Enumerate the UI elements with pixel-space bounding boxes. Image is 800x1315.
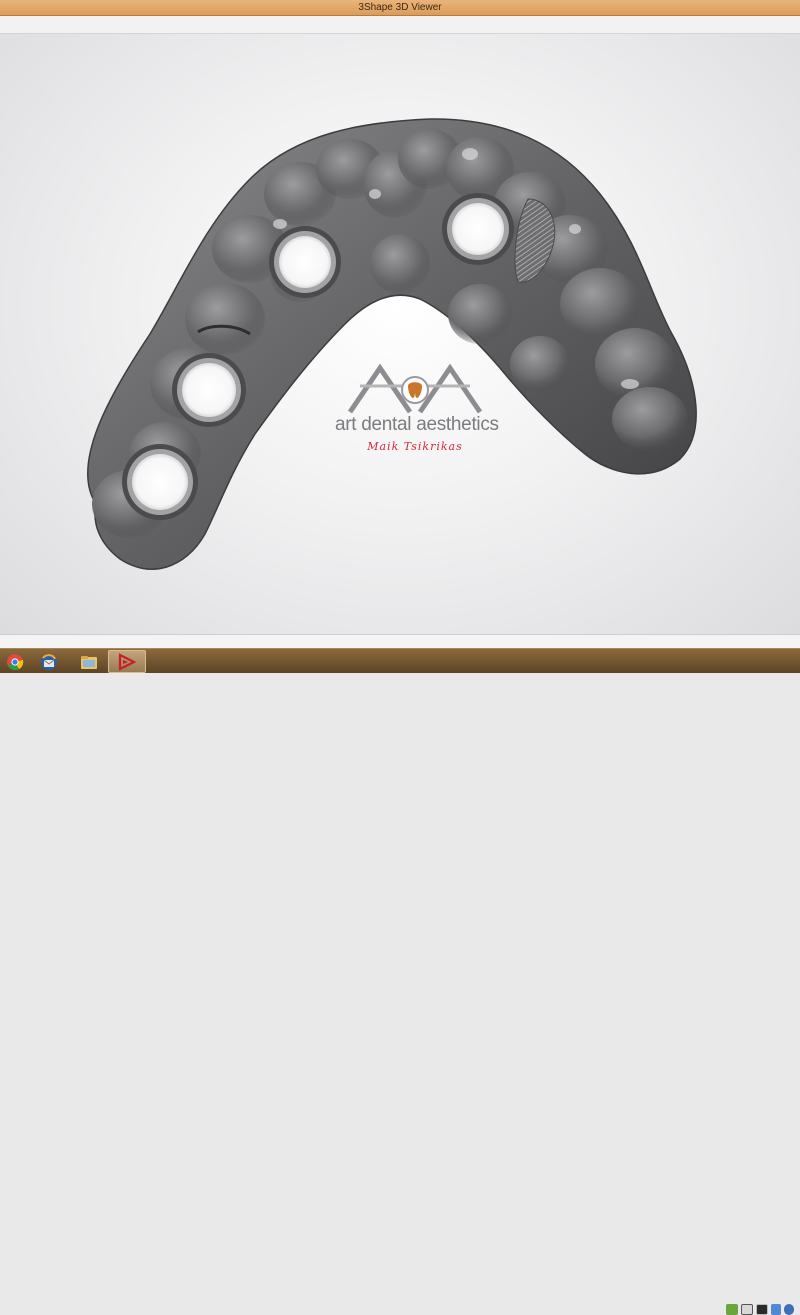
guide-sleeve[interactable] [269, 226, 341, 298]
guide-sleeve[interactable] [172, 353, 246, 427]
taskbar [0, 648, 800, 1315]
display-icon[interactable] [756, 1304, 768, 1315]
network-icon[interactable] [771, 1304, 781, 1315]
logo-subtitle: Maik Tsikrikas [367, 440, 463, 453]
dental-guide-model[interactable] [0, 34, 800, 634]
toolbar-strip [0, 16, 800, 34]
title-bar[interactable]: 3Shape 3D Viewer [0, 0, 800, 16]
3d-viewport[interactable]: art dental aesthetics Maik Tsikrikas [0, 34, 800, 634]
monitor-icon[interactable] [741, 1304, 753, 1315]
viewer-window: 3Shape 3D Viewer art dental aesthetics M… [0, 0, 800, 648]
nvidia-icon[interactable] [726, 1304, 738, 1315]
logo-text: art dental aesthetics [335, 414, 499, 435]
ada-logo-icon [347, 363, 483, 414]
shield-icon[interactable] [784, 1304, 794, 1315]
guide-sleeve[interactable] [122, 444, 198, 520]
file-explorer-icon[interactable] [76, 650, 102, 673]
chrome-icon[interactable] [2, 650, 28, 673]
3shape-viewer-icon[interactable] [108, 650, 146, 673]
status-bar [0, 634, 800, 648]
window-title: 3Shape 3D Viewer [358, 2, 442, 13]
watermark-logo: art dental aesthetics Maik Tsikrikas [335, 363, 499, 474]
thunderbird-icon[interactable] [36, 650, 62, 673]
guide-sleeve[interactable] [442, 193, 514, 265]
